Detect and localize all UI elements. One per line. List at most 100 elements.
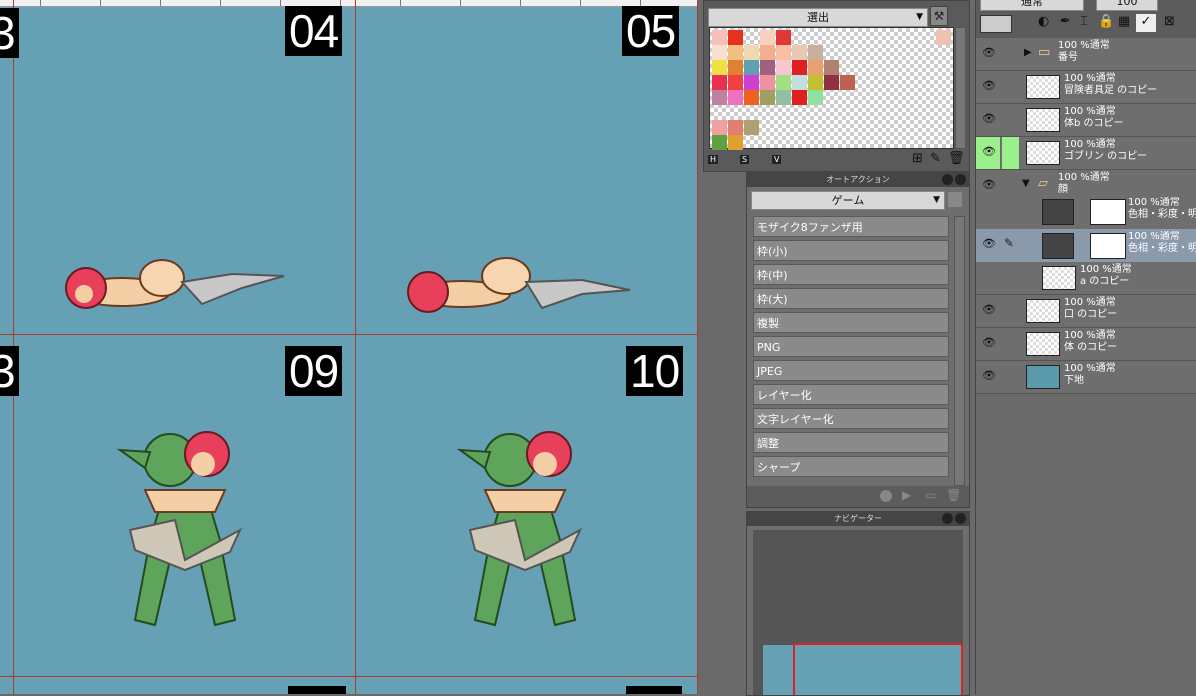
saturation-mode-label[interactable]: S	[740, 155, 750, 164]
color-swatch[interactable]	[728, 135, 743, 150]
color-swatch[interactable]	[728, 75, 743, 90]
panel-title-bar[interactable]: ナビゲーター	[747, 512, 969, 526]
close-icon[interactable]	[955, 174, 966, 185]
action-item[interactable]: 複製	[753, 312, 949, 333]
eyedropper-icon[interactable]: ✎	[930, 151, 941, 166]
action-item[interactable]: モザイク8ファンザ用	[753, 216, 949, 237]
color-swatch-grid[interactable]	[709, 27, 954, 150]
action-item[interactable]: 枠(大)	[753, 288, 949, 309]
panel-title-bar[interactable]: オートアクション	[747, 173, 969, 187]
color-swatch[interactable]	[792, 75, 807, 90]
eye-icon[interactable]: 👁	[982, 80, 996, 92]
color-swatch[interactable]	[936, 30, 951, 45]
eye-icon[interactable]: 👁	[982, 238, 996, 250]
layer-row[interactable]: 👁 100 %通常 体b のコピー	[976, 104, 1196, 137]
layer-color-swatch[interactable]	[980, 15, 1012, 33]
hue-mode-label[interactable]: H	[708, 155, 719, 164]
clip-layer-icon[interactable]: ✓	[1136, 14, 1156, 32]
action-item[interactable]: PNG	[753, 336, 949, 357]
color-swatch[interactable]	[760, 30, 775, 45]
viewport-frame[interactable]	[793, 643, 963, 695]
action-item[interactable]: シャープ	[753, 456, 949, 477]
trash-icon[interactable]: 🗑	[946, 488, 961, 502]
action-item[interactable]: 枠(小)	[753, 240, 949, 261]
color-swatch[interactable]	[744, 90, 759, 105]
wrench-icon[interactable]: ⚒	[930, 6, 948, 26]
color-swatch[interactable]	[744, 45, 759, 60]
color-swatch[interactable]	[728, 120, 743, 135]
color-swatch[interactable]	[712, 60, 727, 75]
layer-row[interactable]: 👁 100 %通常 冒険者具足 のコピー	[976, 71, 1196, 104]
color-swatch[interactable]	[776, 60, 791, 75]
color-swatch[interactable]	[712, 120, 727, 135]
layer-row[interactable]: 100 %通常 色相・彩度・明	[976, 195, 1196, 230]
color-swatch[interactable]	[776, 30, 791, 45]
palette-scrollbar[interactable]	[955, 27, 966, 149]
layer-row[interactable]: 👁 ▶ ▭ 100 %通常 番号	[976, 38, 1196, 71]
color-swatch[interactable]	[760, 45, 775, 60]
color-swatch[interactable]	[712, 45, 727, 60]
color-swatch[interactable]	[712, 75, 727, 90]
trash-icon[interactable]: 🗑	[948, 151, 965, 166]
add-color-icon[interactable]: ⊞	[912, 151, 923, 166]
color-swatch[interactable]	[840, 75, 855, 90]
eye-icon[interactable]: 👁	[982, 146, 996, 158]
action-item[interactable]: 枠(中)	[753, 264, 949, 285]
color-set-dropdown[interactable]: 選出 ▼	[708, 8, 928, 27]
record-icon[interactable]	[880, 490, 892, 502]
action-item[interactable]: 調整	[753, 432, 949, 453]
layer-row[interactable]: 👁 100 %通常 下地	[976, 361, 1196, 394]
mask-icon[interactable]: ◐	[1038, 14, 1049, 29]
color-swatch[interactable]	[712, 30, 727, 45]
color-swatch[interactable]	[744, 75, 759, 90]
color-swatch[interactable]	[824, 60, 839, 75]
layer-row[interactable]: 👁 100 %通常体 のコピー	[976, 328, 1196, 361]
value-mode-label[interactable]: V	[772, 155, 782, 164]
color-swatch[interactable]	[776, 45, 791, 60]
action-scrollbar[interactable]	[954, 216, 965, 486]
lock-transparency-icon[interactable]: ▦	[1118, 14, 1130, 29]
reference-layer-icon[interactable]: ⊠	[1164, 14, 1175, 29]
close-icon[interactable]	[955, 513, 966, 524]
color-swatch[interactable]	[776, 75, 791, 90]
color-swatch[interactable]	[776, 90, 791, 105]
color-swatch[interactable]	[808, 75, 823, 90]
eye-icon[interactable]: 👁	[982, 304, 996, 316]
action-item[interactable]: レイヤー化	[753, 384, 949, 405]
color-swatch[interactable]	[728, 60, 743, 75]
eye-icon[interactable]: 👁	[982, 47, 996, 59]
color-swatch[interactable]	[728, 45, 743, 60]
color-swatch[interactable]	[712, 90, 727, 105]
color-swatch[interactable]	[824, 75, 839, 90]
action-item[interactable]: 文字レイヤー化	[753, 408, 949, 429]
layer-row[interactable]: 100 %通常 a のコピー	[976, 262, 1196, 295]
layer-row[interactable]: 👁 👁 100 %通常ゴブリン のコピー	[976, 137, 1196, 170]
blend-mode-dropdown[interactable]: 通常	[980, 0, 1084, 11]
layer-row[interactable]: 👁 100 %通常口 のコピー	[976, 295, 1196, 328]
color-swatch[interactable]	[792, 90, 807, 105]
ruler-icon[interactable]: ⌶	[1080, 14, 1088, 29]
lock-icon[interactable]: 🔒	[1098, 14, 1114, 29]
color-swatch[interactable]	[808, 90, 823, 105]
play-icon[interactable]: ▶	[902, 488, 911, 502]
eye-icon[interactable]: 👁	[982, 179, 996, 191]
eye-icon[interactable]: 👁	[982, 370, 996, 382]
expand-arrow-icon[interactable]: ▶	[1024, 47, 1032, 58]
collapse-arrow-icon[interactable]: ▼	[1022, 178, 1030, 189]
opacity-field[interactable]: 100	[1096, 0, 1158, 11]
color-swatch[interactable]	[728, 90, 743, 105]
color-swatch[interactable]	[760, 75, 775, 90]
minimize-icon[interactable]	[942, 174, 953, 185]
layer-row-selected[interactable]: 👁 ✎ 100 %通常 色相・彩度・明	[976, 229, 1196, 263]
layer-list-empty-area[interactable]	[976, 394, 1196, 694]
canvas-area[interactable]: 3 3 04 05 09 10	[0, 0, 698, 694]
panel-menu-icon[interactable]	[948, 192, 962, 207]
color-swatch[interactable]	[744, 60, 759, 75]
navigator-preview[interactable]	[753, 530, 963, 695]
color-swatch[interactable]	[744, 120, 759, 135]
new-action-icon[interactable]: ▭	[925, 488, 936, 502]
eye-icon[interactable]: 👁	[982, 337, 996, 349]
eye-icon[interactable]: 👁	[982, 113, 996, 125]
minimize-icon[interactable]	[942, 513, 953, 524]
color-swatch[interactable]	[760, 90, 775, 105]
